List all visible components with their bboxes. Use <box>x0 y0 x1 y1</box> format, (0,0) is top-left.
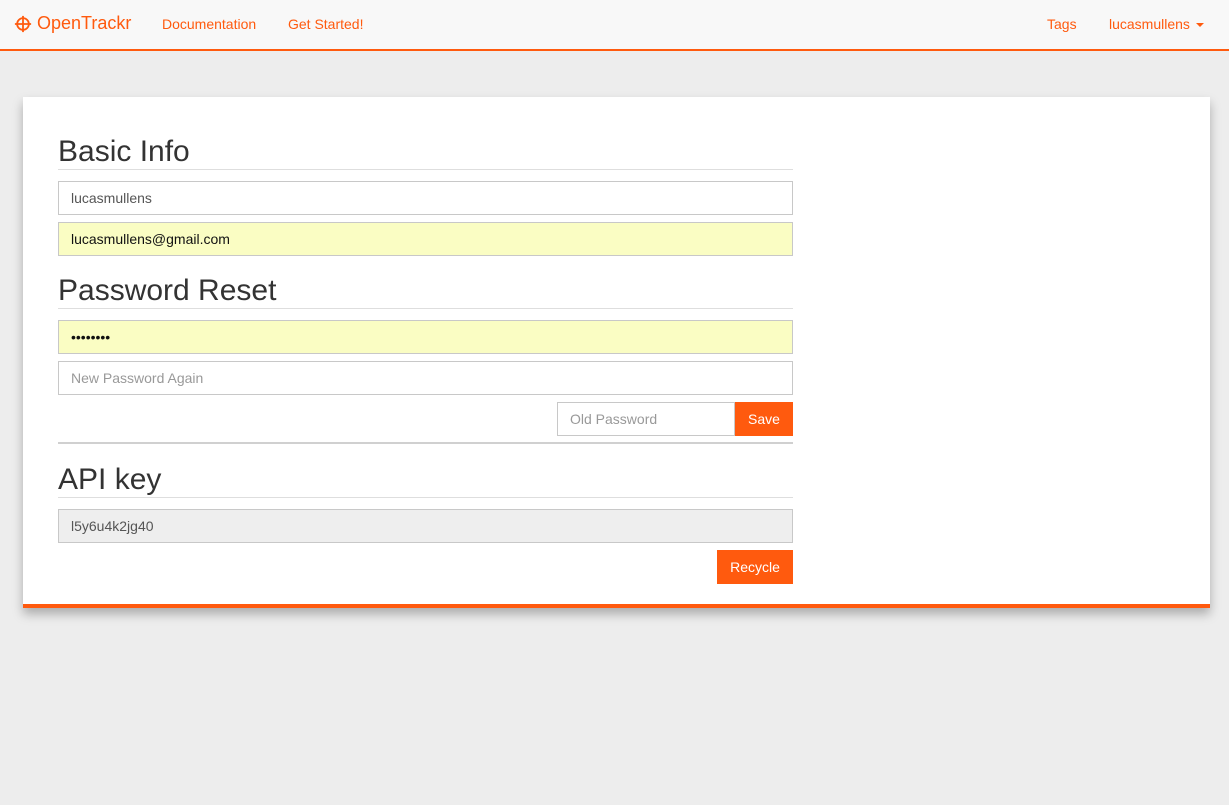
brand-link[interactable]: OpenTrackr <box>14 13 131 34</box>
user-menu-dropdown[interactable]: lucasmullens <box>1109 16 1204 32</box>
new-password-input[interactable] <box>58 320 793 354</box>
brand-name: OpenTrackr <box>37 13 132 33</box>
api-key-heading: API key <box>58 463 793 498</box>
email-input[interactable] <box>58 222 793 256</box>
recycle-button[interactable]: Recycle <box>717 550 793 584</box>
api-key-field[interactable] <box>58 509 793 543</box>
username-input[interactable] <box>58 181 793 215</box>
section-divider <box>58 442 793 444</box>
crosshair-icon <box>14 15 37 33</box>
nav-link-tags[interactable]: Tags <box>1047 16 1077 32</box>
nav-link-get-started[interactable]: Get Started! <box>288 16 363 32</box>
settings-panel: Basic Info Password Reset Save API key R… <box>23 97 1210 608</box>
old-password-input[interactable] <box>557 402 735 436</box>
password-reset-heading: Password Reset <box>58 274 793 309</box>
new-password-again-input[interactable] <box>58 361 793 395</box>
nav-link-documentation[interactable]: Documentation <box>162 16 256 32</box>
top-navbar: OpenTrackr Documentation Get Started! Ta… <box>0 0 1229 51</box>
user-menu-label: lucasmullens <box>1109 16 1190 32</box>
save-button[interactable]: Save <box>735 402 793 436</box>
basic-info-heading: Basic Info <box>58 135 793 170</box>
caret-down-icon <box>1195 23 1204 28</box>
